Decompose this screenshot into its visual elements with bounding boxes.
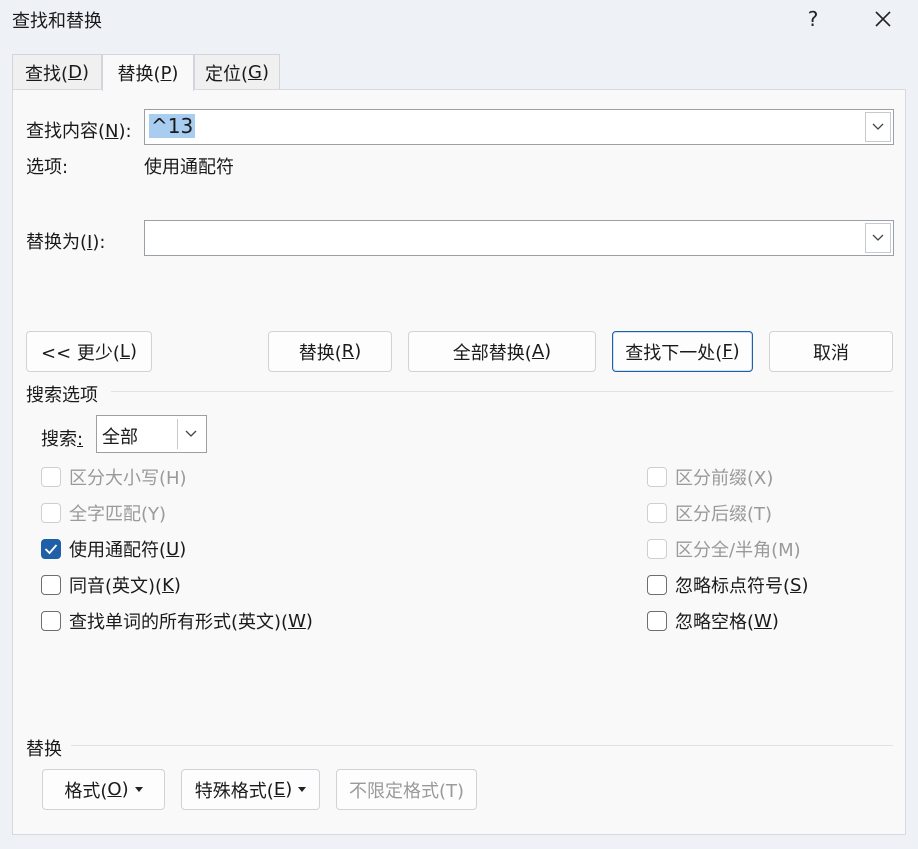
checkbox-box: [647, 503, 667, 523]
find-input[interactable]: ^13: [144, 109, 894, 145]
match-width-checkbox[interactable]: 区分全/半角(M): [647, 536, 801, 562]
replace-section-divider: [71, 745, 893, 746]
checkbox-box: [41, 503, 61, 523]
window-title: 查找和替换: [12, 11, 102, 32]
close-icon: [875, 11, 891, 27]
sounds-like-checkbox[interactable]: 同音(英文)(K): [41, 572, 181, 598]
checkbox-box: [41, 575, 61, 595]
ignore-whitespace-checkbox[interactable]: 忽略空格(W): [647, 608, 779, 634]
match-suffix-checkbox[interactable]: 区分后缀(T): [647, 500, 772, 526]
find-label: 查找内容(N):: [26, 121, 132, 142]
checkbox-box: [41, 467, 61, 487]
chevron-down-icon: [185, 430, 196, 437]
match-case-checkbox[interactable]: 区分大小写(H): [41, 464, 187, 490]
tab-find[interactable]: 查找(D): [12, 54, 102, 90]
use-wildcards-checkbox[interactable]: 使用通配符(U): [41, 536, 186, 562]
title-bar: 查找和替换 ?: [0, 0, 918, 40]
help-button[interactable]: ?: [783, 0, 843, 38]
search-direction-dropdown[interactable]: [177, 419, 203, 449]
search-options-heading: 搜索选项: [26, 385, 98, 406]
checkbox-box: [647, 539, 667, 559]
search-direction-select[interactable]: 全部: [96, 415, 207, 453]
checkbox-box: [647, 467, 667, 487]
checkbox-box: [647, 611, 667, 631]
checkmark-icon: [44, 544, 58, 555]
replace-history-dropdown[interactable]: [865, 223, 891, 253]
close-button[interactable]: [853, 0, 913, 38]
caret-down-icon: [298, 787, 307, 792]
cancel-button[interactable]: 取消: [769, 331, 893, 372]
checkbox-box: [41, 539, 61, 559]
search-options-divider: [111, 391, 893, 392]
chevron-down-icon: [872, 123, 884, 130]
search-direction-label: 搜索:: [41, 429, 84, 450]
options-value: 使用通配符: [144, 157, 234, 178]
tab-replace[interactable]: 替换(P): [102, 54, 194, 91]
help-icon: ?: [807, 7, 819, 31]
find-history-dropdown[interactable]: [865, 112, 891, 142]
checkbox-box: [41, 611, 61, 631]
replace-input[interactable]: [144, 220, 894, 256]
format-button[interactable]: 格式(O): [42, 769, 165, 810]
find-next-button[interactable]: 查找下一处(F): [612, 331, 753, 372]
less-button[interactable]: << 更少(L): [26, 331, 152, 372]
match-prefix-checkbox[interactable]: 区分前缀(X): [647, 464, 773, 490]
all-word-forms-checkbox[interactable]: 查找单词的所有形式(英文)(W): [41, 608, 313, 634]
ignore-punctuation-checkbox[interactable]: 忽略标点符号(S): [647, 572, 809, 598]
no-formatting-button[interactable]: 不限定格式(T): [336, 769, 477, 810]
find-input-value: ^13: [149, 114, 196, 138]
replace-label: 替换为(I):: [26, 232, 106, 253]
tab-goto[interactable]: 定位(G): [194, 54, 280, 90]
replace-panel: 查找内容(N): ^13 选项: 使用通配符 替换为(I): << 更少(L) …: [12, 89, 906, 835]
replace-all-button[interactable]: 全部替换(A): [408, 331, 596, 372]
whole-word-checkbox[interactable]: 全字匹配(Y): [41, 500, 166, 526]
special-format-button[interactable]: 特殊格式(E): [181, 769, 320, 810]
search-direction-value: 全部: [102, 427, 138, 448]
options-label: 选项:: [26, 157, 69, 178]
replace-section-heading: 替换: [26, 739, 62, 760]
caret-down-icon: [134, 787, 143, 792]
checkbox-box: [647, 575, 667, 595]
chevron-down-icon: [872, 234, 884, 241]
replace-button[interactable]: 替换(R): [268, 331, 392, 372]
